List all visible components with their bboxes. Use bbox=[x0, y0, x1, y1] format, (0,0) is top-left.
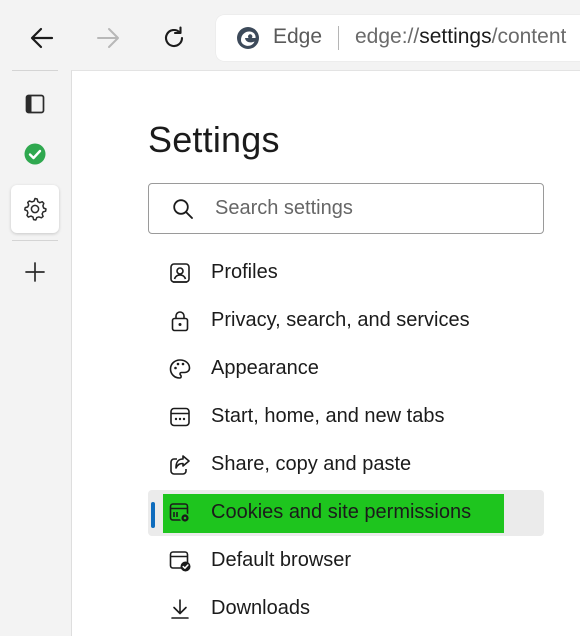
arrow-right-icon bbox=[97, 28, 119, 48]
start-page-icon bbox=[170, 407, 190, 427]
menu-item-appearance[interactable]: Appearance bbox=[148, 346, 544, 392]
settings-page: Settings Profiles Privacy, search, and s… bbox=[71, 70, 580, 636]
page-title: Settings bbox=[148, 119, 280, 160]
menu-item-label: Downloads bbox=[211, 597, 310, 619]
menu-item-privacy[interactable]: Privacy, search, and services bbox=[148, 298, 544, 344]
lock-icon bbox=[171, 311, 189, 332]
refresh-icon bbox=[164, 26, 184, 47]
refresh-button[interactable] bbox=[154, 18, 194, 58]
search-settings-box[interactable] bbox=[148, 183, 544, 234]
url-host: settings bbox=[419, 25, 492, 48]
menu-item-label: Appearance bbox=[211, 357, 319, 379]
edge-logo-icon bbox=[237, 27, 259, 49]
forward-button[interactable] bbox=[88, 18, 128, 58]
tab-actions-button[interactable] bbox=[11, 80, 59, 128]
url-text[interactable]: edge://settings/content bbox=[355, 25, 566, 49]
url-scheme: edge:// bbox=[355, 25, 420, 48]
menu-item-profiles[interactable]: Profiles bbox=[148, 250, 544, 296]
menu-item-label: Share, copy and paste bbox=[211, 453, 412, 475]
share-icon bbox=[170, 455, 190, 475]
menu-item-share-copy-paste[interactable]: Share, copy and paste bbox=[148, 442, 544, 488]
menu-item-label: Start, home, and new tabs bbox=[211, 405, 445, 427]
menu-item-label: Profiles bbox=[211, 261, 278, 283]
search-icon bbox=[173, 199, 193, 219]
sidebar-divider-top bbox=[12, 70, 58, 71]
menu-item-start-home[interactable]: Start, home, and new tabs bbox=[148, 394, 544, 440]
gear-icon bbox=[24, 197, 47, 221]
settings-button[interactable] bbox=[11, 185, 59, 233]
add-sidebar-app-button[interactable] bbox=[11, 248, 59, 296]
profile-icon bbox=[170, 263, 190, 283]
menu-item-cookies-site-permissions[interactable]: Cookies and site permissions bbox=[148, 490, 544, 536]
address-bar[interactable]: Edge edge://settings/content bbox=[216, 15, 580, 61]
cookies-settings-icon bbox=[169, 503, 190, 523]
browser-sidebar bbox=[0, 70, 70, 636]
arrow-left-icon bbox=[30, 27, 54, 49]
url-path: /content bbox=[491, 25, 567, 48]
plus-icon bbox=[25, 262, 45, 282]
palette-icon bbox=[169, 359, 191, 379]
extension-button[interactable] bbox=[11, 130, 59, 178]
default-browser-icon bbox=[169, 551, 191, 572]
back-button[interactable] bbox=[22, 18, 62, 58]
green-check-icon bbox=[24, 143, 46, 165]
selection-indicator bbox=[151, 502, 155, 528]
menu-item-label: Privacy, search, and services bbox=[211, 309, 470, 331]
menu-item-label: Default browser bbox=[211, 549, 352, 571]
tab-actions-icon bbox=[25, 94, 45, 114]
browser-name-label: Edge bbox=[273, 25, 323, 48]
menu-item-default-browser[interactable]: Default browser bbox=[148, 538, 544, 584]
sidebar-divider bbox=[12, 240, 58, 241]
menu-item-downloads[interactable]: Downloads bbox=[148, 586, 544, 632]
address-divider bbox=[338, 26, 339, 50]
download-icon bbox=[171, 599, 189, 619]
browser-toolbar: Edge edge://settings/content bbox=[0, 0, 580, 70]
menu-item-label: Cookies and site permissions bbox=[211, 501, 472, 523]
search-input[interactable] bbox=[215, 193, 525, 223]
